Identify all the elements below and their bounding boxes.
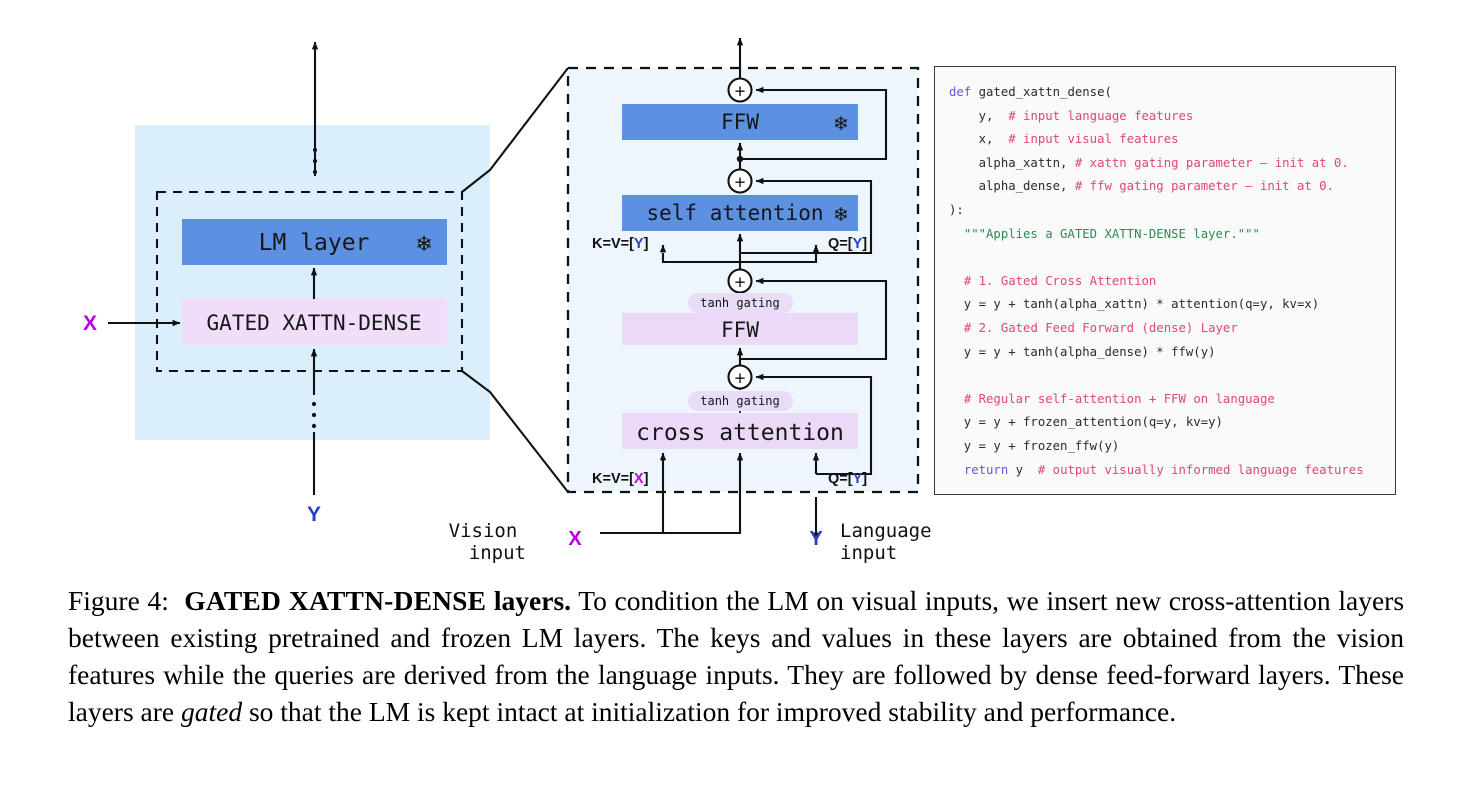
vision-input-label-line1: Vision — [449, 520, 518, 542]
code-line: def gated_xattn_dense( — [949, 81, 1383, 105]
cross-attn-kv-label: K=V=[X] — [592, 471, 649, 487]
language-input-label-line2: input — [840, 542, 897, 564]
code-line: alpha_dense, # ffw gating parameter – in… — [949, 175, 1383, 199]
plus-symbol-self-attn: + — [734, 173, 745, 194]
snowflake-icon-self-attention: ❄ — [833, 205, 849, 226]
pseudocode-panel: def gated_xattn_dense( y, # input langua… — [934, 66, 1396, 495]
gated-xattn-dense-label: GATED XATTN-DENSE — [207, 311, 422, 335]
ffw-frozen-label: FFW — [721, 110, 759, 134]
code-line: ): — [949, 199, 1383, 223]
code-token-com: # 1. Gated Cross Attention — [963, 273, 1157, 288]
caption-title-tail: layers. — [493, 585, 572, 616]
code-token-pln — [949, 321, 964, 335]
code-token-pln: ): — [949, 202, 964, 217]
code-token-com: # output visually informed language feat… — [1037, 462, 1364, 477]
code-token-com: # input visual features — [1008, 132, 1179, 147]
code-token-pln: alpha_xattn, — [949, 155, 1075, 170]
code-token-str: """Applies a GATED XATTN-DENSE layer.""" — [949, 226, 1260, 241]
caption-figure-label: Figure 4: — [68, 585, 169, 616]
code-token-pln: gated_xattn_dense( — [971, 85, 1112, 99]
caption-title-smallcaps: GATED XATTN-DENSE — [184, 585, 487, 616]
language-input-symbol: Y — [809, 528, 823, 550]
code-line: y = y + frozen_ffw(y) — [949, 435, 1383, 459]
code-line: alpha_xattn, # xattn gating parameter – … — [949, 152, 1383, 176]
tanh-gating-label-xattn: tanh gating — [700, 394, 779, 408]
code-token-com: # input language features — [1008, 108, 1194, 123]
snowflake-icon-ffw: ❄ — [833, 114, 849, 135]
figure-caption: Figure 4: GATED XATTN-DENSE layers. To c… — [68, 582, 1404, 730]
code-token-kw: return — [963, 462, 1009, 477]
vision-symbol-left: X — [83, 312, 97, 335]
plus-symbol-ffw-frozen: + — [734, 82, 745, 103]
code-line: # Regular self-attention + FFW on langua… — [949, 388, 1383, 412]
cross-attn-q-label: Q=[Y] — [828, 471, 867, 487]
self-attention-label: self attention — [646, 201, 823, 225]
figure-4-root: LM layer ❄ GATED XATTN-DENSE X Y + FFW ❄… — [0, 0, 1466, 788]
code-line: y = y + tanh(alpha_dense) * ffw(y) — [949, 341, 1383, 365]
plus-symbol-ffw-gated: + — [734, 273, 745, 294]
code-token-com: # xattn gating parameter – init at 0. — [1074, 155, 1349, 170]
code-token-pln: y = y + frozen_ffw(y) — [949, 438, 1120, 453]
code-line: x, # input visual features — [949, 128, 1383, 152]
code-token-pln: y = y + frozen_attention(q=y, kv=y) — [949, 415, 1223, 430]
lm-layer-label: LM layer — [259, 230, 370, 256]
vision-input-bus — [600, 520, 742, 535]
code-token-com: # Regular self-attention + FFW on langua… — [963, 391, 1275, 406]
ffw-trainable-label: FFW — [721, 318, 759, 342]
vision-input-symbol: X — [568, 528, 582, 550]
snowflake-icon: ❄ — [415, 233, 433, 256]
self-attn-q-label: Q=[Y] — [828, 236, 867, 252]
language-input-label-line1: Language — [840, 520, 932, 542]
caption-body-second: so that the LM is kept intact at initial… — [242, 696, 1177, 727]
code-line: return y # output visually informed lang… — [949, 459, 1383, 483]
vision-input-label-line2: input — [469, 542, 526, 564]
code-token-pln: alpha_dense, — [949, 179, 1075, 194]
code-token-pln — [949, 274, 964, 288]
self-attn-kv-label: K=V=[Y] — [592, 236, 649, 252]
code-line: # 1. Gated Cross Attention — [949, 270, 1383, 294]
code-line: y = y + frozen_attention(q=y, kv=y) — [949, 411, 1383, 435]
code-token-pln: y = y + tanh(alpha_xattn) * attention(q=… — [949, 297, 1320, 312]
code-token-pln: y, — [949, 108, 1009, 123]
code-token-pln: x, — [949, 132, 1009, 147]
code-token-pln — [949, 463, 964, 477]
code-line: """Applies a GATED XATTN-DENSE layer.""" — [949, 223, 1383, 247]
plus-symbol-cross-attn: + — [734, 369, 745, 390]
code-token-pln: y — [1008, 462, 1038, 477]
lm-stack-panel — [135, 125, 490, 440]
language-symbol-left: Y — [307, 503, 321, 526]
code-line: y, # input language features — [949, 105, 1383, 129]
tanh-gating-label-ffw: tanh gating — [700, 296, 779, 310]
caption-italic-gated: gated — [180, 696, 243, 727]
code-token-kw: def — [949, 85, 972, 99]
cross-attention-label: cross attention — [636, 420, 844, 446]
code-token-com: # 2. Gated Feed Forward (dense) Layer — [963, 320, 1238, 335]
code-line: # 2. Gated Feed Forward (dense) Layer — [949, 317, 1383, 341]
code-token-com: # ffw gating parameter – init at 0. — [1074, 179, 1334, 194]
code-token-pln — [949, 392, 964, 406]
code-line: y = y + tanh(alpha_xattn) * attention(q=… — [949, 293, 1383, 317]
code-token-pln: y = y + tanh(alpha_dense) * ffw(y) — [949, 344, 1216, 359]
